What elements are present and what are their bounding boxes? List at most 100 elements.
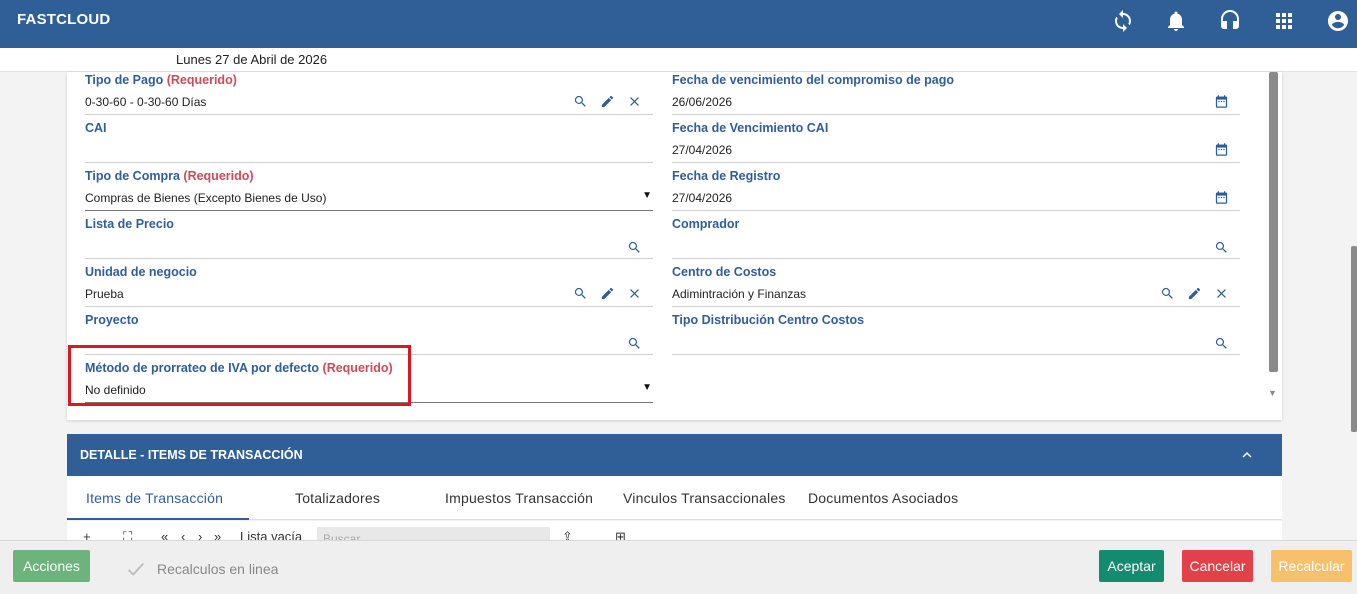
brand-logo[interactable]: FASTCLOUD <box>17 11 110 28</box>
tipo-compra-value[interactable]: Compras de Bienes (Excepto Bienes de Uso… <box>85 191 326 205</box>
search-icon[interactable] <box>1159 285 1175 301</box>
recalc-online-label: Recalculos en linea <box>157 561 279 577</box>
field-underline <box>672 162 1240 163</box>
calendar-icon[interactable] <box>1213 141 1229 157</box>
search-icon[interactable] <box>626 239 642 255</box>
edit-icon[interactable] <box>599 93 615 109</box>
search-icon[interactable] <box>1213 335 1229 351</box>
tipo-dist-field[interactable]: Tipo Distribución Centro Costos <box>672 312 1240 360</box>
fecha-venc-cai-field[interactable]: Fecha de Vencimiento CAI 27/04/2026 <box>672 120 1240 168</box>
action-bar: Acciones Recalculos en linea Aceptar Can… <box>0 540 1357 594</box>
required-tag: (Requerido) <box>166 73 237 87</box>
bell-icon[interactable] <box>1163 8 1189 34</box>
search-icon[interactable] <box>626 335 642 351</box>
proyecto-field[interactable]: Proyecto <box>85 312 653 360</box>
detail-section-header[interactable]: DETALLE - ITEMS DE TRANSACCIÓN <box>67 434 1282 476</box>
edit-icon[interactable] <box>1186 285 1202 301</box>
tab-items-transaccion[interactable]: Items de Transacción <box>86 490 223 506</box>
acciones-button[interactable]: Acciones <box>13 550 90 582</box>
dropdown-caret-icon[interactable]: ▼ <box>642 190 652 201</box>
calendar-icon[interactable] <box>1213 93 1229 109</box>
items-toolbar: + ⛶ « ‹ › » Lista vacía Buscar ⇪ ⊞ <box>67 521 1282 541</box>
field-underline <box>85 210 653 211</box>
comprador-field[interactable]: Comprador <box>672 216 1240 264</box>
required-tag: (Requerido) <box>183 169 254 183</box>
field-underline <box>672 354 1240 355</box>
scroll-down-arrow-icon[interactable]: ▼ <box>1268 388 1277 398</box>
items-search-input[interactable]: Buscar <box>317 527 550 541</box>
field-underline <box>672 210 1240 211</box>
clear-icon[interactable] <box>626 93 642 109</box>
clear-icon[interactable] <box>626 285 642 301</box>
fecha-venc-cai-label: Fecha de Vencimiento CAI <box>672 121 829 135</box>
metodo-iva-field[interactable]: Método de prorrateo de IVA por defecto (… <box>85 360 653 408</box>
field-underline <box>672 258 1240 259</box>
centro-costos-label: Centro de Costos <box>672 265 777 279</box>
unidad-negocio-label: Unidad de negocio <box>85 265 197 279</box>
field-underline <box>85 354 653 355</box>
fecha-venc-pago-field[interactable]: Fecha de vencimiento del compromiso de p… <box>672 72 1240 120</box>
tipo-compra-field[interactable]: Tipo de Compra (Requerido) Compras de Bi… <box>85 168 653 216</box>
chevron-up-icon[interactable] <box>1238 446 1256 464</box>
check-icon <box>128 562 145 576</box>
active-tab-indicator <box>67 518 249 520</box>
tab-impuestos-transaccion[interactable]: Impuestos Transacción <box>445 490 593 506</box>
recalc-online-toggle[interactable]: Recalculos en linea <box>125 558 278 580</box>
tab-totalizadores[interactable]: Totalizadores <box>295 490 380 506</box>
unidad-negocio-field[interactable]: Unidad de negocio Prueba <box>85 264 653 312</box>
current-date: Lunes 27 de Abril de 2026 <box>176 52 328 67</box>
field-underline <box>672 306 1240 307</box>
unidad-negocio-value[interactable]: Prueba <box>85 287 124 301</box>
fecha-venc-pago-label: Fecha de vencimiento del compromiso de p… <box>672 73 955 87</box>
aceptar-button[interactable]: Aceptar <box>1099 550 1164 582</box>
lista-precio-label: Lista de Precio <box>85 217 174 231</box>
clear-icon[interactable] <box>1213 285 1229 301</box>
field-underline <box>85 162 653 163</box>
detail-tabs: Items de Transacción Totalizadores Impue… <box>67 476 1282 520</box>
cai-field[interactable]: CAI <box>85 120 653 168</box>
page-scrollbar[interactable] <box>1351 246 1357 432</box>
fecha-venc-pago-value[interactable]: 26/06/2026 <box>672 95 732 109</box>
centro-costos-value[interactable]: Adimintración y Finanzas <box>672 287 806 301</box>
headset-icon[interactable] <box>1217 8 1243 34</box>
calendar-icon[interactable] <box>1213 189 1229 205</box>
proyecto-label: Proyecto <box>85 313 139 327</box>
centro-costos-field[interactable]: Centro de Costos Adimintración y Finanza… <box>672 264 1240 312</box>
tipo-pago-value[interactable]: 0-30-60 - 0-30-60 Días <box>85 95 206 109</box>
tipo-pago-label: Tipo de Pago <box>85 73 164 87</box>
search-icon[interactable] <box>1213 239 1229 255</box>
account-icon[interactable] <box>1325 8 1351 34</box>
form-scrollbar[interactable] <box>1269 72 1278 372</box>
cai-label: CAI <box>85 121 107 135</box>
field-underline <box>85 258 653 259</box>
metodo-iva-label: Método de prorrateo de IVA por defecto <box>85 361 320 375</box>
detail-title: DETALLE - ITEMS DE TRANSACCIÓN <box>80 448 303 462</box>
field-underline <box>85 114 653 115</box>
lista-precio-field[interactable]: Lista de Precio <box>85 216 653 264</box>
header-form-card: Tipo de Pago (Requerido) 0-30-60 - 0-30-… <box>67 72 1282 420</box>
fecha-venc-cai-value[interactable]: 27/04/2026 <box>672 143 732 157</box>
fecha-registro-value[interactable]: 27/04/2026 <box>672 191 732 205</box>
dropdown-caret-icon[interactable]: ▼ <box>642 382 652 393</box>
field-underline <box>85 306 653 307</box>
refresh-icon[interactable] <box>1110 8 1136 34</box>
field-underline <box>672 114 1240 115</box>
cancelar-button[interactable]: Cancelar <box>1182 550 1253 582</box>
tipo-compra-label: Tipo de Compra <box>85 169 180 183</box>
apps-grid-icon[interactable] <box>1271 8 1297 34</box>
fecha-registro-label: Fecha de Registro <box>672 169 781 183</box>
tipo-pago-field[interactable]: Tipo de Pago (Requerido) 0-30-60 - 0-30-… <box>85 72 653 120</box>
fecha-registro-field[interactable]: Fecha de Registro 27/04/2026 <box>672 168 1240 216</box>
tab-documentos-asociados[interactable]: Documentos Asociados <box>808 490 958 506</box>
search-icon[interactable] <box>572 93 588 109</box>
metodo-iva-value[interactable]: No definido <box>85 383 146 397</box>
date-bar: Lunes 27 de Abril de 2026 <box>0 48 1357 72</box>
tab-vinculos-transaccionales[interactable]: Vinculos Transaccionales <box>623 490 786 506</box>
recalcular-button[interactable]: Recalcular <box>1271 550 1352 582</box>
tipo-dist-label: Tipo Distribución Centro Costos <box>672 313 865 327</box>
field-underline <box>85 402 653 403</box>
comprador-label: Comprador <box>672 217 740 231</box>
edit-icon[interactable] <box>599 285 615 301</box>
top-bar: FASTCLOUD <box>0 0 1357 48</box>
search-icon[interactable] <box>572 285 588 301</box>
